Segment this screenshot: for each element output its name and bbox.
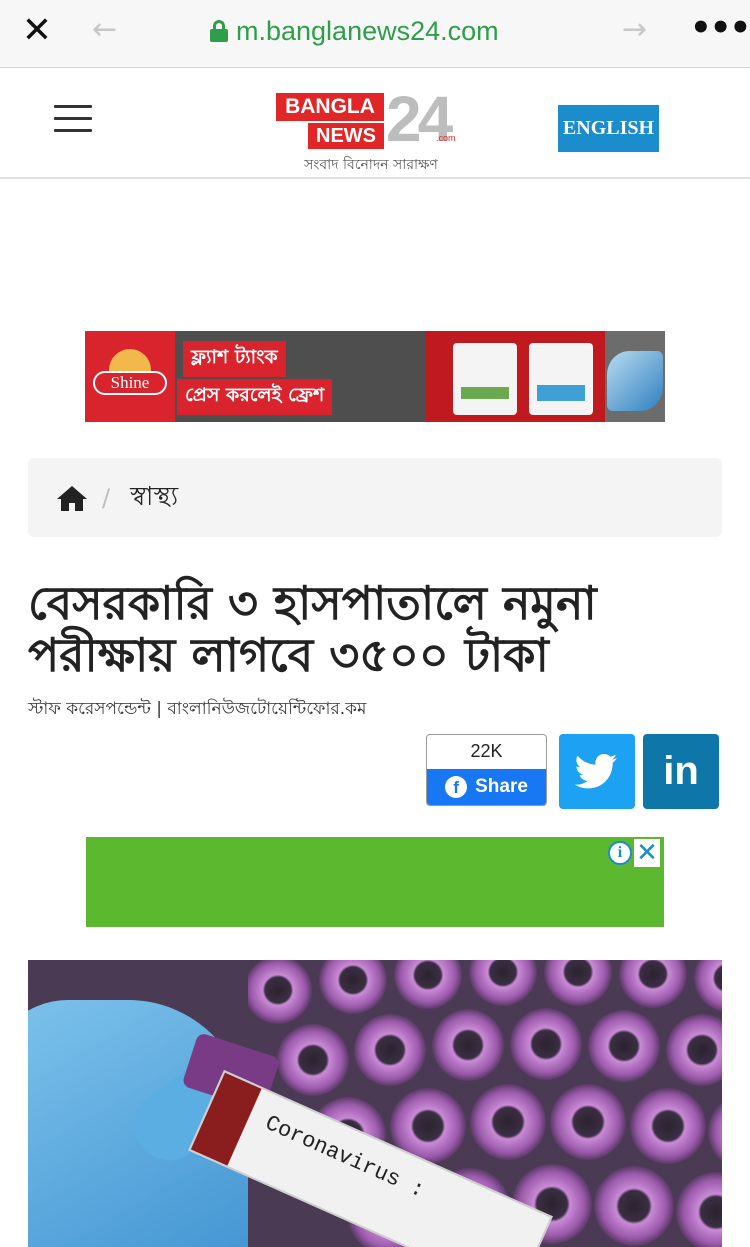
ad-info-icon[interactable]: i <box>608 841 632 865</box>
breadcrumb: / স্বাস্থ্য <box>28 458 722 537</box>
forward-arrow-icon[interactable]: → <box>622 12 647 47</box>
page: ✕ ← m.banglanews24.com → ••• BANGLA NEWS… <box>0 0 750 1247</box>
logo-news-text: NEWS <box>308 123 384 149</box>
home-icon[interactable] <box>56 484 88 512</box>
lock-icon <box>210 20 228 42</box>
facebook-share-widget[interactable]: 22K f Share <box>426 734 547 806</box>
ad-slogan: প্রেস করলেই ফ্রেশ <box>177 379 333 415</box>
flush-tank-image <box>453 343 517 415</box>
ad-close-icon[interactable]: ✕ <box>634 839 660 867</box>
ad-headline: ফ্ল্যাশ ট্যাংক <box>183 341 286 377</box>
water-splash-image <box>607 351 663 411</box>
ad-brand-panel: Shine <box>85 331 175 422</box>
url-text[interactable]: m.banglanews24.com <box>236 16 499 47</box>
facebook-share-button[interactable]: f Share <box>427 769 546 805</box>
shine-ad-banner[interactable]: Shine ফ্ল্যাশ ট্যাংক প্রেস করলেই ফ্রেশ <box>85 331 665 422</box>
sun-logo-icon <box>109 349 151 371</box>
tank-decal <box>537 385 585 401</box>
hamburger-menu-icon[interactable] <box>54 105 92 133</box>
english-language-button[interactable]: ENGLISH <box>558 105 659 152</box>
logo-tagline: সংবাদ বিনোদন সারাক্ষণ <box>304 157 438 173</box>
tank-decal <box>461 387 509 399</box>
logo-bangla-text: BANGLA <box>276 93 384 121</box>
logo-domain: .com <box>436 133 456 143</box>
site-header: BANGLA NEWS 24 .com সংবাদ বিনোদন সারাক্ষ… <box>0 69 750 179</box>
breadcrumb-category[interactable]: স্বাস্থ্য <box>130 476 178 520</box>
site-logo[interactable]: BANGLA NEWS 24 .com সংবাদ বিনোদন সারাক্ষ… <box>276 87 466 175</box>
facebook-share-count: 22K <box>470 741 503 761</box>
breadcrumb-separator: / <box>102 483 111 512</box>
linkedin-share-button[interactable]: in <box>643 734 719 809</box>
ad-brand-name: Shine <box>93 371 167 395</box>
twitter-share-button[interactable] <box>559 734 635 809</box>
article-headline: বেসরকারি ৩ হাসপাতালে নমুনা পরীক্ষায় লাগ… <box>28 576 597 682</box>
article-byline: স্টাফ করেসপন্ডেন্ট | বাংলানিউজটোয়েন্টিফ… <box>28 699 367 719</box>
facebook-icon: f <box>445 776 468 798</box>
ad-text-panel: ফ্ল্যাশ ট্যাংক প্রেস করলেই ফ্রেশ <box>175 331 425 422</box>
back-arrow-icon[interactable]: ← <box>92 12 117 47</box>
display-ad[interactable]: i ✕ <box>86 837 664 927</box>
close-icon[interactable]: ✕ <box>20 13 54 49</box>
facebook-share-label: Share <box>475 776 528 797</box>
twitter-icon <box>574 754 617 789</box>
article-image: Coronavirus : <box>28 960 722 1247</box>
browser-toolbar: ✕ ← m.banglanews24.com → ••• <box>0 0 750 68</box>
address-bar[interactable]: m.banglanews24.com <box>210 14 499 48</box>
flush-tank-image <box>529 343 593 415</box>
more-options-icon[interactable]: ••• <box>690 8 750 48</box>
